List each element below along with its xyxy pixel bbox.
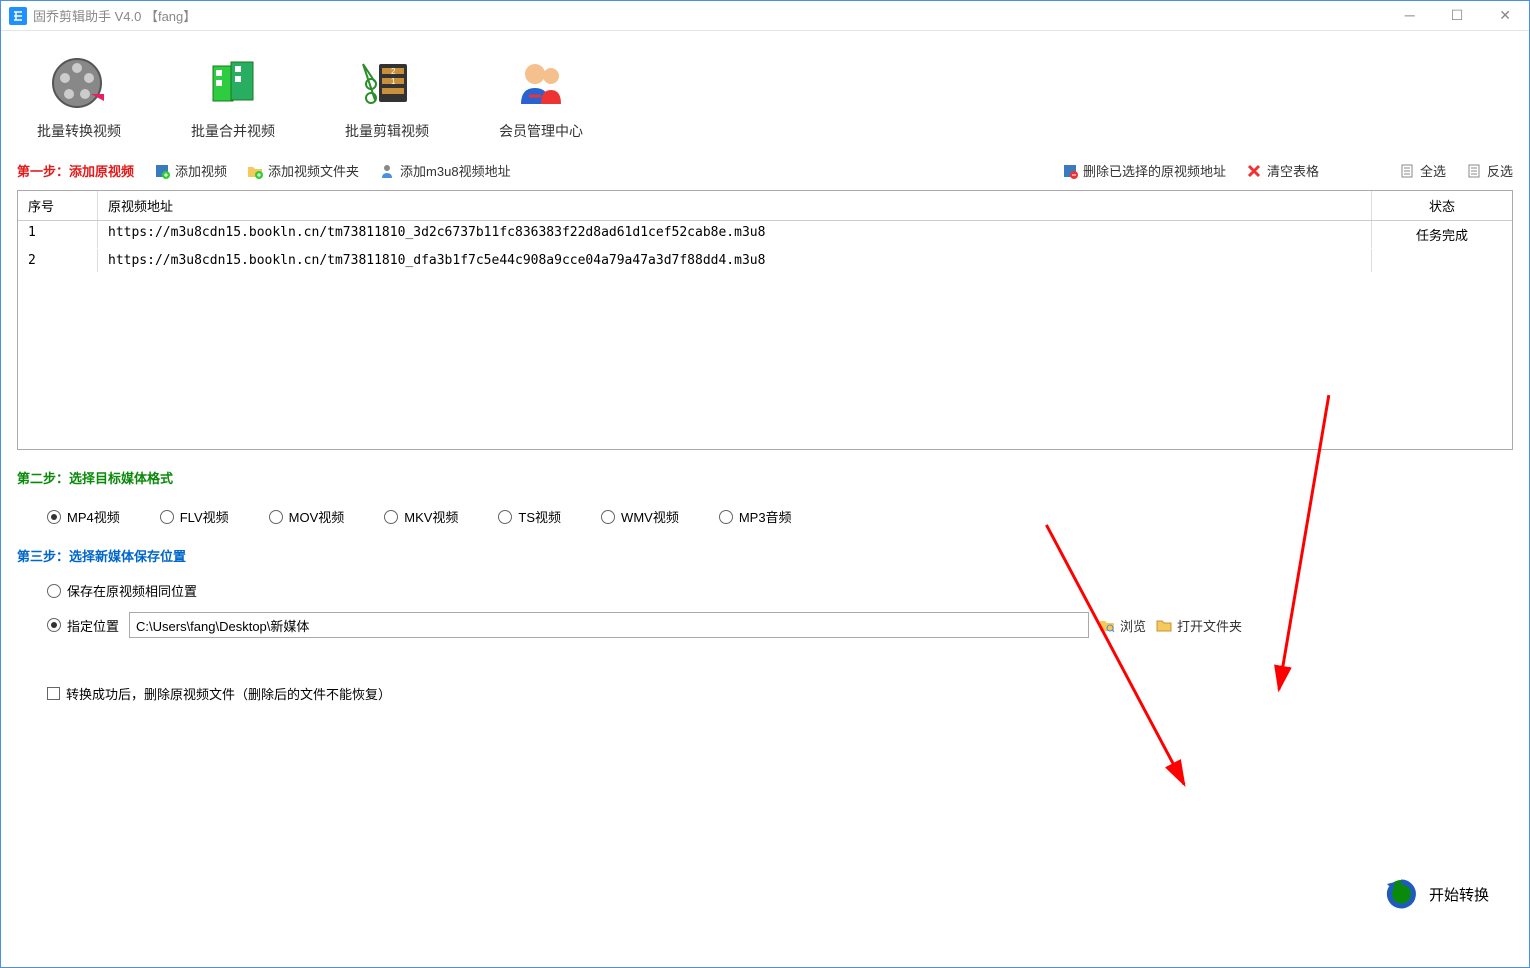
location-same[interactable]: 保存在原视频相同位置	[47, 581, 197, 600]
clip-icon: 21	[357, 56, 417, 111]
folder-open-icon	[1156, 617, 1172, 633]
invert-button[interactable]: 反选	[1466, 161, 1513, 180]
delete-after-checkbox[interactable]	[47, 687, 60, 700]
select-all-button[interactable]: 全选	[1399, 161, 1446, 180]
format-wmv[interactable]: WMV视频	[601, 507, 679, 526]
col-seq-header[interactable]: 序号	[18, 191, 98, 220]
step2-label: 第二步：选择目标媒体格式	[17, 471, 173, 486]
delete-after-label: 转换成功后，删除原视频文件（删除后的文件不能恢复）	[66, 684, 391, 703]
format-radio-group: MP4视频 FLV视频 MOV视频 MKV视频 TS视频 WMV视频 MP3音频	[17, 487, 1513, 536]
window-title: 固乔剪辑助手 V4.0 【fang】	[33, 6, 1395, 25]
step1-label: 第一步：添加原视频	[17, 161, 134, 180]
svg-text:1: 1	[391, 77, 396, 86]
x-icon	[1246, 163, 1262, 179]
open-folder-button[interactable]: 打开文件夹	[1156, 616, 1242, 635]
table-row[interactable]: 2 https://m3u8cdn15.bookln.cn/tm73811810…	[18, 249, 1512, 273]
step3-label: 第三步：选择新媒体保存位置	[17, 549, 186, 564]
doc-icon	[1399, 163, 1415, 179]
svg-text:2: 2	[391, 67, 396, 76]
format-ts[interactable]: TS视频	[498, 507, 561, 526]
format-mp3[interactable]: MP3音频	[719, 507, 792, 526]
path-input[interactable]	[129, 612, 1089, 638]
close-button[interactable]: ✕	[1489, 7, 1521, 24]
batch-clip-label: 批量剪辑视频	[345, 121, 429, 141]
format-mp4[interactable]: MP4视频	[47, 507, 120, 526]
users-icon	[511, 56, 571, 111]
table-row[interactable]: 1 https://m3u8cdn15.bookln.cn/tm73811810…	[18, 221, 1512, 249]
batch-merge-button[interactable]: 批量合并视频	[191, 56, 275, 141]
film-reel-icon	[49, 56, 109, 111]
col-status-header[interactable]: 状态	[1372, 191, 1512, 220]
start-convert-button[interactable]: 开始转换	[1383, 876, 1489, 912]
batch-merge-label: 批量合并视频	[191, 121, 275, 141]
add-folder-button[interactable]: 添加视频文件夹	[247, 161, 359, 180]
folder-search-icon	[1099, 617, 1115, 633]
merge-icon	[203, 56, 263, 111]
clear-table-button[interactable]: 清空表格	[1246, 161, 1319, 180]
batch-clip-button[interactable]: 21 批量剪辑视频	[345, 56, 429, 141]
maximize-button[interactable]: ☐	[1441, 7, 1474, 24]
minimize-button[interactable]: ─	[1395, 7, 1425, 24]
delete-selected-button[interactable]: 删除已选择的原视频地址	[1062, 161, 1226, 180]
member-center-label: 会员管理中心	[499, 121, 583, 141]
batch-convert-button[interactable]: 批量转换视频	[37, 56, 121, 141]
user-icon	[379, 163, 395, 179]
app-icon	[9, 7, 27, 25]
add-m3u8-button[interactable]: 添加m3u8视频地址	[379, 161, 511, 180]
add-video-button[interactable]: 添加视频	[154, 161, 227, 180]
doc-icon	[1466, 163, 1482, 179]
format-flv[interactable]: FLV视频	[160, 507, 229, 526]
film-add-icon	[154, 163, 170, 179]
format-mkv[interactable]: MKV视频	[384, 507, 458, 526]
col-url-header[interactable]: 原视频地址	[98, 191, 1372, 220]
location-custom[interactable]: 指定位置	[47, 616, 119, 635]
member-center-button[interactable]: 会员管理中心	[499, 56, 583, 141]
start-convert-label: 开始转换	[1429, 884, 1489, 905]
browse-button[interactable]: 浏览	[1099, 616, 1146, 635]
format-mov[interactable]: MOV视频	[269, 507, 345, 526]
folder-add-icon	[247, 163, 263, 179]
refresh-icon	[1383, 876, 1419, 912]
film-delete-icon	[1062, 163, 1078, 179]
batch-convert-label: 批量转换视频	[37, 121, 121, 141]
